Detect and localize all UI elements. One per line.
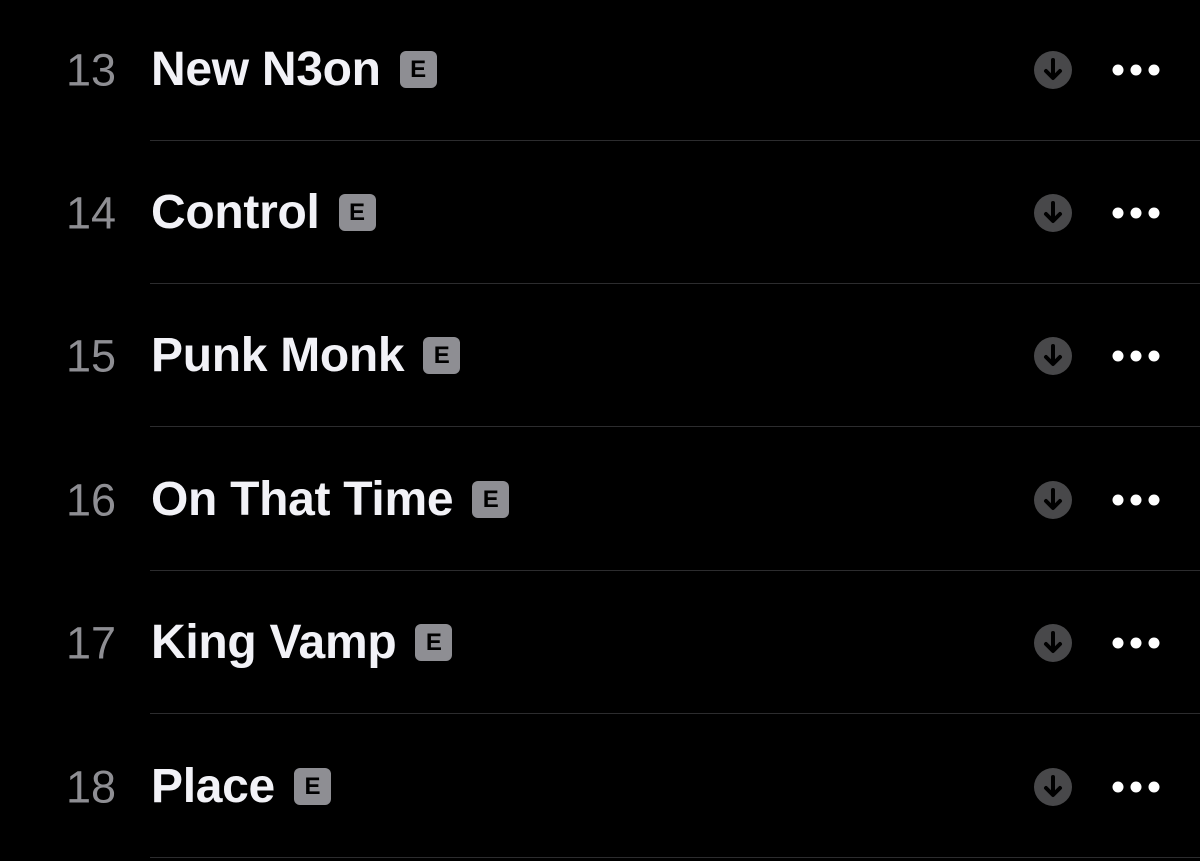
explicit-badge: E: [472, 481, 510, 518]
track-title-group: Punk Monk E: [151, 328, 461, 382]
more-options-button[interactable]: [1110, 198, 1162, 228]
download-icon: [1034, 480, 1072, 519]
explicit-badge: E: [423, 337, 461, 374]
explicit-badge: E: [415, 624, 453, 661]
track-row[interactable]: 14 Control E: [0, 141, 1200, 284]
explicit-badge: E: [399, 51, 437, 88]
track-title: Place: [151, 759, 275, 813]
track-title-group: Control E: [151, 185, 376, 239]
track-row[interactable]: 15 Punk Monk E: [0, 284, 1200, 427]
ellipsis-icon: [1112, 781, 1160, 792]
ellipsis-icon: [1112, 64, 1160, 75]
track-title: New N3on: [151, 42, 381, 96]
download-button[interactable]: [1033, 336, 1073, 376]
download-button[interactable]: [1033, 767, 1073, 807]
track-number: 16: [66, 474, 117, 525]
track-list: 13 New N3on E 14 Control E 15 Punk Monk …: [0, 0, 1200, 861]
more-options-button[interactable]: [1110, 485, 1162, 515]
track-number: 17: [66, 617, 117, 668]
track-title-group: Place E: [151, 759, 331, 813]
more-options-button[interactable]: [1110, 341, 1162, 371]
more-options-button[interactable]: [1110, 628, 1162, 658]
track-number: 13: [66, 44, 117, 95]
track-number: 14: [66, 187, 117, 238]
more-options-button[interactable]: [1110, 772, 1162, 802]
track-title: King Vamp: [151, 615, 397, 669]
track-row[interactable]: 16 On That Time E: [0, 428, 1200, 571]
track-title: On That Time: [151, 472, 454, 526]
track-title: Control: [151, 185, 320, 239]
track-title-group: On That Time E: [151, 472, 510, 526]
track-title-group: King Vamp E: [151, 615, 453, 669]
track-title: Punk Monk: [151, 328, 405, 382]
ellipsis-icon: [1112, 207, 1160, 218]
row-separator: [150, 426, 1200, 427]
explicit-badge: E: [338, 194, 376, 231]
download-button[interactable]: [1033, 623, 1073, 663]
track-row[interactable]: 17 King Vamp E: [0, 571, 1200, 714]
download-button[interactable]: [1033, 193, 1073, 233]
ellipsis-icon: [1112, 350, 1160, 361]
download-icon: [1034, 767, 1072, 806]
row-separator: [150, 713, 1200, 714]
explicit-badge: E: [293, 768, 331, 805]
track-row[interactable]: 18 Place E: [0, 715, 1200, 858]
track-title-group: New N3on E: [151, 42, 437, 96]
download-button[interactable]: [1033, 50, 1073, 90]
ellipsis-icon: [1112, 637, 1160, 648]
more-options-button[interactable]: [1110, 55, 1162, 85]
download-icon: [1034, 193, 1072, 232]
download-icon: [1034, 50, 1072, 89]
track-row[interactable]: 13 New N3on E: [0, 0, 1200, 141]
ellipsis-icon: [1112, 494, 1160, 505]
download-icon: [1034, 623, 1072, 662]
download-button[interactable]: [1033, 480, 1073, 520]
track-number: 18: [66, 761, 117, 812]
download-icon: [1034, 336, 1072, 375]
row-separator: [150, 857, 1200, 858]
track-number: 15: [66, 330, 117, 381]
